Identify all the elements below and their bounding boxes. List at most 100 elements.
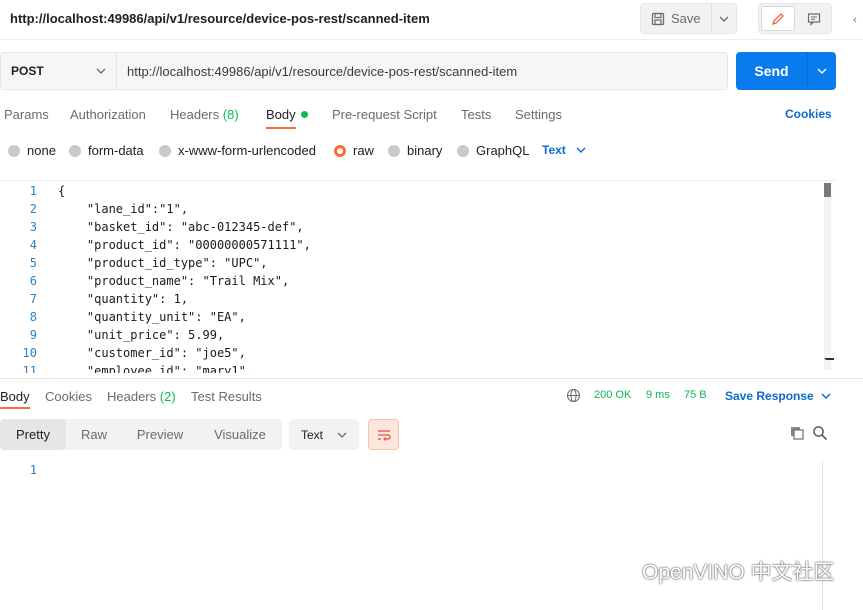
tab-tests[interactable]: Tests: [461, 107, 491, 122]
line-number: 1: [29, 184, 37, 198]
response-format-label: Text: [301, 427, 324, 442]
line-number: 3: [29, 220, 37, 234]
editor-scrollbar[interactable]: [824, 183, 834, 370]
view-raw[interactable]: Raw: [66, 419, 122, 450]
radio-label: binary: [407, 143, 443, 158]
response-time[interactable]: 9 ms: [646, 389, 670, 401]
tab-body[interactable]: Body: [266, 107, 308, 122]
headers-count: (2): [159, 389, 176, 404]
save-options-button[interactable]: [712, 4, 736, 33]
line-number: 10: [22, 346, 37, 360]
code-line: 7 "quantity": 1,: [0, 290, 820, 308]
code-text: {: [58, 184, 66, 198]
radio-none[interactable]: none: [8, 143, 56, 158]
resize-handle[interactable]: [824, 358, 834, 370]
request-bar: POST http://localhost:49986/api/v1/resou…: [0, 52, 728, 90]
comment-icon: [807, 12, 821, 26]
tab-params[interactable]: Params: [4, 107, 49, 122]
cookies-link[interactable]: Cookies: [785, 107, 832, 121]
code-line: 3 "basket_id": "abc-012345-def",: [0, 218, 820, 236]
url-input[interactable]: http://localhost:49986/api/v1/resource/d…: [117, 53, 727, 89]
code-line: 1{: [0, 182, 820, 200]
code-text: "customer_id": "joe5",: [58, 346, 246, 360]
status-code[interactable]: 200 OK: [594, 389, 631, 401]
chevron-down-icon: [821, 393, 831, 399]
active-tab-indicator: [0, 407, 30, 409]
view-visualize[interactable]: Visualize: [198, 419, 282, 450]
edit-mode-button[interactable]: [761, 6, 795, 31]
save-response-label: Save Response: [725, 389, 814, 403]
radio-binary[interactable]: binary: [388, 143, 442, 158]
response-tab-cookies[interactable]: Cookies: [45, 389, 92, 404]
code-text: "product_id_type": "UPC",: [58, 256, 268, 270]
request-body-editor[interactable]: 1{ 2 "lane_id":"1", 3 "basket_id": "abc-…: [0, 180, 836, 373]
radio-circle: [457, 144, 469, 157]
tab-label: Headers: [107, 389, 157, 404]
radio-label: raw: [353, 143, 374, 158]
copy-icon[interactable]: [789, 425, 805, 441]
tab-label: Cookies: [45, 389, 92, 404]
response-format-select[interactable]: Text: [289, 419, 359, 450]
tab-label: Settings: [515, 107, 562, 122]
body-format-select[interactable]: Text: [542, 143, 586, 157]
view-preview[interactable]: Preview: [122, 419, 198, 450]
response-header: Body Cookies Headers (2) Test Results 20…: [0, 378, 863, 410]
modified-dot-icon: [300, 111, 308, 118]
save-label: Save: [671, 11, 701, 26]
active-tab-indicator: [266, 127, 296, 129]
radio-raw[interactable]: raw: [334, 143, 374, 158]
globe-icon[interactable]: [566, 388, 581, 403]
tab-settings[interactable]: Settings: [515, 107, 562, 122]
response-tab-headers[interactable]: Headers (2): [107, 389, 176, 404]
line-number: 9: [29, 328, 37, 342]
send-button[interactable]: Send: [736, 52, 808, 90]
comments-button[interactable]: [797, 4, 831, 33]
save-icon: [651, 12, 665, 25]
request-title[interactable]: http://localhost:49986/api/v1/resource/d…: [10, 11, 430, 26]
body-format-label: Text: [542, 143, 566, 157]
radio-circle: [8, 144, 20, 157]
request-tabs: Params Authorization Headers (8) Body Pr…: [0, 103, 863, 129]
radio-circle-selected: [334, 144, 346, 157]
scrollbar-thumb[interactable]: [824, 183, 831, 197]
line-number: 6: [29, 274, 37, 288]
view-mode-group: [758, 3, 832, 34]
view-pretty[interactable]: Pretty: [0, 419, 66, 450]
send-options-button[interactable]: [808, 52, 836, 90]
watermark-text: OpenVINO 中文社区: [642, 561, 835, 584]
response-size[interactable]: 75 B: [684, 389, 707, 401]
code-line: 10 "customer_id": "joe5",: [0, 344, 820, 362]
response-scrollbar[interactable]: [822, 461, 838, 610]
radio-label: x-www-form-urlencoded: [178, 143, 316, 158]
tab-label: Params: [4, 107, 49, 122]
code-line: 5 "product_id_type": "UPC",: [0, 254, 820, 272]
radio-circle: [69, 144, 81, 157]
radio-graphql[interactable]: GraphQL: [457, 143, 529, 158]
wrap-lines-button[interactable]: [368, 419, 399, 450]
code-text: "product_id": "00000000571111",: [58, 238, 311, 252]
save-response-button[interactable]: Save Response: [725, 389, 831, 403]
wechat-icon: [599, 559, 633, 583]
radio-form-data[interactable]: form-data: [69, 143, 144, 158]
chevron-down-icon: [96, 68, 106, 74]
body-type-radios: none form-data x-www-form-urlencoded raw…: [0, 140, 863, 162]
line-number: 2: [29, 202, 37, 216]
pencil-icon: [772, 12, 784, 25]
radio-circle: [388, 144, 400, 157]
response-tab-test-results[interactable]: Test Results: [191, 389, 262, 404]
chevron-left-icon[interactable]: ‹: [847, 0, 863, 40]
search-icon[interactable]: [812, 425, 828, 441]
tab-authorization[interactable]: Authorization: [70, 107, 146, 122]
tab-pre-request-script[interactable]: Pre-request Script: [332, 107, 437, 122]
chevron-down-icon: [719, 16, 729, 22]
radio-label: GraphQL: [476, 143, 530, 158]
radio-x-www-form-urlencoded[interactable]: x-www-form-urlencoded: [159, 143, 316, 158]
method-select[interactable]: POST: [1, 53, 117, 89]
response-tab-body[interactable]: Body: [0, 389, 30, 404]
tab-headers[interactable]: Headers (8): [170, 107, 239, 122]
radio-circle: [159, 144, 171, 157]
send-button-group: Send: [736, 52, 836, 90]
save-button[interactable]: Save: [641, 4, 712, 33]
code-line: 11 "employee_id": "mary1",: [0, 362, 820, 373]
tab-label: Tests: [461, 107, 492, 122]
